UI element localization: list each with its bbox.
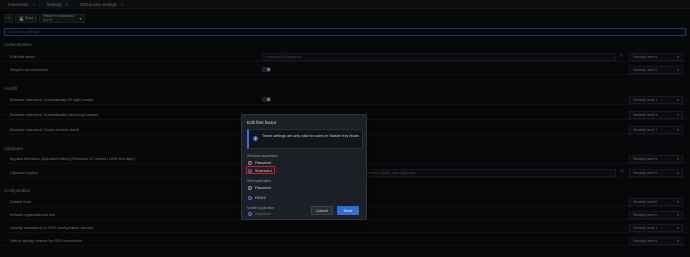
mobile-group-label: Mobile Application: [247, 206, 275, 210]
radio-button[interactable]: [248, 196, 252, 200]
web-group-label: Web application: [247, 179, 272, 183]
dialog-title: Edit first factor: [247, 120, 277, 125]
windows-group-label: Windows application: [247, 154, 278, 158]
save-dialog-button[interactable]: Save: [337, 206, 359, 215]
option-label: Password: [255, 161, 271, 165]
web-fido2-option[interactable]: FIDO2: [248, 195, 266, 201]
info-icon: i: [253, 136, 258, 141]
cancel-button[interactable]: Cancel: [311, 206, 333, 215]
radio-button[interactable]: [248, 161, 252, 165]
option-label: FIDO2: [255, 196, 266, 200]
radio-button: [248, 212, 252, 216]
info-box: i These settings are only valid for user…: [247, 129, 363, 149]
mobile-password-option: Password: [248, 211, 271, 217]
web-password-option[interactable]: Password: [248, 185, 271, 191]
option-label: Password: [255, 186, 271, 190]
option-label: Password: [255, 212, 271, 216]
radio-button[interactable]: [248, 186, 252, 190]
smartcard-highlight: [246, 166, 275, 174]
info-text: These settings are only valid for users …: [262, 134, 360, 138]
